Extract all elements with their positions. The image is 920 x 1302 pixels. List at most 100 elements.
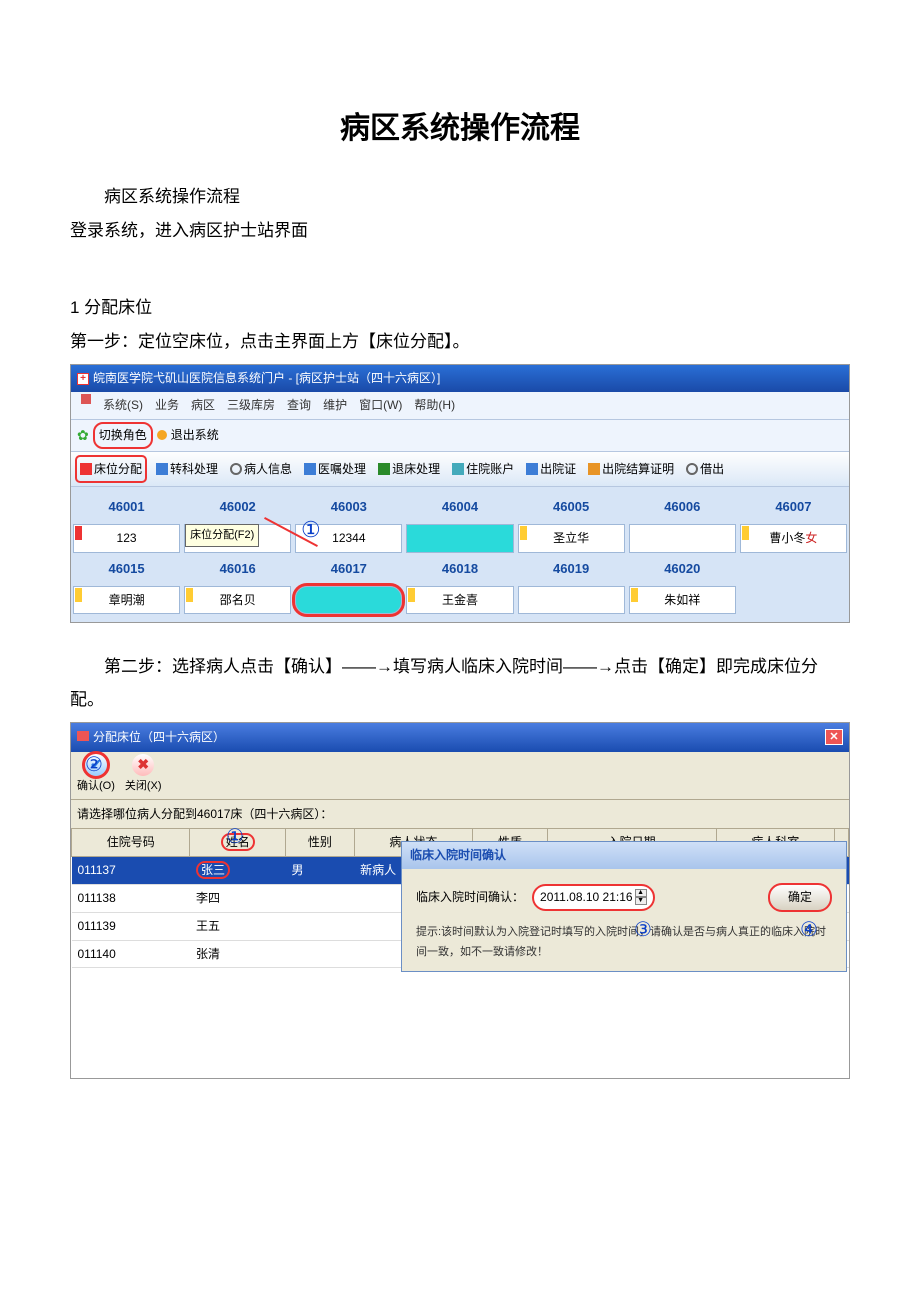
dialog-toolbar: ② ✔ 确认(O) ✖ 关闭(X) xyxy=(71,752,849,800)
bed-cell[interactable]: 曹小冬女 xyxy=(740,524,847,553)
bed-cell-empty-highlight[interactable] xyxy=(295,586,402,615)
menu-icon xyxy=(81,394,91,404)
cell-id: 011139 xyxy=(72,912,190,940)
order-button[interactable]: 医嘱处理 xyxy=(301,457,369,482)
account-button[interactable]: 住院账户 xyxy=(449,457,517,482)
col-sex[interactable]: 性别 xyxy=(286,829,355,857)
bed-mark-icon xyxy=(75,588,82,602)
bed-alloc-label: 床位分配 xyxy=(94,458,142,481)
bed-grid: 46001 46002 46003 46004 46005 46006 4600… xyxy=(71,487,849,622)
close-icon[interactable]: ✕ xyxy=(825,729,843,745)
bed-patient-name: 邵名贝 xyxy=(220,593,256,607)
step-1: 第一步：定位空床位，点击主界面上方【床位分配】。 xyxy=(70,326,850,358)
bed-patient-name: 12344 xyxy=(332,531,365,545)
bed-patient-name: 王金喜 xyxy=(442,593,478,607)
bed-cell[interactable]: 章明潮 xyxy=(73,586,180,615)
close-button-icon: ✖ xyxy=(132,754,154,776)
bed-patient-name: 朱如祥 xyxy=(664,593,700,607)
menu-system[interactable]: 系统(S) xyxy=(103,394,143,417)
bed-head: 46017 xyxy=(295,555,402,584)
menu-stock[interactable]: 三级库房 xyxy=(227,394,275,417)
bed-mark-icon xyxy=(742,526,749,540)
intro-2: 登录系统，进入病区护士站界面 xyxy=(70,215,850,247)
table-blank xyxy=(71,968,849,1078)
menu-business[interactable]: 业务 xyxy=(155,394,179,417)
bed-cell[interactable] xyxy=(629,524,736,553)
menu-bar: 系统(S) 业务 病区 三级库房 查询 维护 窗口(W) 帮助(H) xyxy=(71,392,849,420)
cell-sex: 男 xyxy=(286,857,355,885)
spacer xyxy=(70,250,850,290)
close-button-group[interactable]: ✖ 关闭(X) xyxy=(125,754,162,797)
menu-window[interactable]: 窗口(W) xyxy=(359,394,402,417)
time-label: 临床入院时间确认： xyxy=(416,886,524,909)
switch-role-button[interactable]: 切换角色 xyxy=(93,422,153,449)
spinner-icon[interactable]: ▲▼ xyxy=(635,889,647,905)
bed-cell[interactable] xyxy=(518,586,625,615)
discharge-bed-icon xyxy=(378,463,390,475)
step-2: 第二步：选择病人点击【确认】——→填写病人临床入院时间——→点击【确定】即完成床… xyxy=(70,651,850,716)
bed-cell[interactable]: 床位分配(F2)王后龙 xyxy=(184,524,291,553)
bed-cell[interactable]: 邵名贝 xyxy=(184,586,291,615)
role-bar: ✿ 切换角色 退出系统 xyxy=(71,420,849,452)
screenshot-assign-dialog: 分配床位（四十六病区） ✕ ② ✔ 确认(O) ✖ 关闭(X) 请选择哪位病人分… xyxy=(70,722,850,1079)
bed-mark-icon xyxy=(631,588,638,602)
menu-help[interactable]: 帮助(H) xyxy=(414,394,455,417)
bed-head: 46004 xyxy=(406,493,513,522)
datetime-value: 2011.08.10 21:16 xyxy=(540,886,633,909)
bed-cell-empty[interactable] xyxy=(406,524,513,553)
bed-head: 46015 xyxy=(73,555,180,584)
bed-head: 46020 xyxy=(629,555,736,584)
window-titlebar: + 皖南医学院弋矶山医院信息系统门户 - [病区护士站（四十六病区）] xyxy=(71,365,849,392)
cell-id: 011137 xyxy=(72,857,190,885)
dialog-prompt: 请选择哪位病人分配到46017床（四十六病区）： xyxy=(71,800,849,829)
transfer-label: 转科处理 xyxy=(170,458,218,481)
bed-patient-name: 123 xyxy=(117,531,137,545)
intro-1: 病区系统操作流程 xyxy=(70,181,850,213)
bed-alloc-button[interactable]: 床位分配 xyxy=(75,455,147,484)
screenshot-main-window: + 皖南医学院弋矶山医院信息系统门户 - [病区护士站（四十六病区）] 系统(S… xyxy=(70,364,850,623)
bed-patient-name: 圣立华 xyxy=(553,531,589,545)
borrow-button[interactable]: 借出 xyxy=(683,457,727,482)
menu-ward[interactable]: 病区 xyxy=(191,394,215,417)
datetime-input[interactable]: 2011.08.10 21:16 ▲▼ xyxy=(532,884,655,911)
annotation-circle-1: ① xyxy=(301,509,321,551)
cell-name: 王五 xyxy=(190,912,286,940)
bed-cell[interactable]: 朱如祥 xyxy=(629,586,736,615)
bed-head: 46018 xyxy=(406,555,513,584)
bed-head: 46007 xyxy=(740,493,847,522)
dialog-titlebar: 分配床位（四十六病区） ✕ xyxy=(71,723,849,752)
cell-name: 李四 xyxy=(190,885,286,913)
exit-icon xyxy=(157,430,167,440)
transfer-button[interactable]: 转科处理 xyxy=(153,457,221,482)
patient-info-button[interactable]: 病人信息 xyxy=(227,457,295,482)
doc-title: 病区系统操作流程 xyxy=(70,100,850,157)
ok-button-group[interactable]: ② ✔ 确认(O) xyxy=(77,754,115,797)
col-id[interactable]: 住院号码 xyxy=(72,829,190,857)
discharge-bed-button[interactable]: 退床处理 xyxy=(375,457,443,482)
discharge-cert-icon xyxy=(526,463,538,475)
annotation-circle-4: ④ xyxy=(800,911,818,949)
gender-label: 女 xyxy=(805,531,817,545)
cell-name: 张清 xyxy=(190,940,286,968)
menu-maintain[interactable]: 维护 xyxy=(323,394,347,417)
cell-name: 张三 xyxy=(190,857,286,885)
bed-cell[interactable]: 圣立华 xyxy=(518,524,625,553)
discharge-cert-button[interactable]: 出院证 xyxy=(523,457,579,482)
settle-cert-label: 出院结算证明 xyxy=(602,458,674,481)
settle-cert-button[interactable]: 出院结算证明 xyxy=(585,457,677,482)
confirm-button[interactable]: 确定 xyxy=(768,883,832,912)
window-title: 皖南医学院弋矶山医院信息系统门户 - [病区护士站（四十六病区）] xyxy=(93,367,440,390)
order-icon xyxy=(304,463,316,475)
exit-system-button[interactable]: 退出系统 xyxy=(171,424,219,447)
bed-head: 46002 xyxy=(184,493,291,522)
discharge-cert-label: 出院证 xyxy=(540,458,576,481)
bed-mark-icon xyxy=(408,588,415,602)
switch-role-icon: ✿ xyxy=(77,422,89,449)
menu-query[interactable]: 查询 xyxy=(287,394,311,417)
bed-mark-icon xyxy=(186,588,193,602)
bed-cell[interactable]: 123 xyxy=(73,524,180,553)
bed-cell[interactable]: 王金喜 xyxy=(406,586,513,615)
annotation-circle-1b: ① xyxy=(226,818,244,856)
bed-alloc-tooltip: 床位分配(F2) xyxy=(185,524,259,547)
patient-info-icon xyxy=(230,463,242,475)
